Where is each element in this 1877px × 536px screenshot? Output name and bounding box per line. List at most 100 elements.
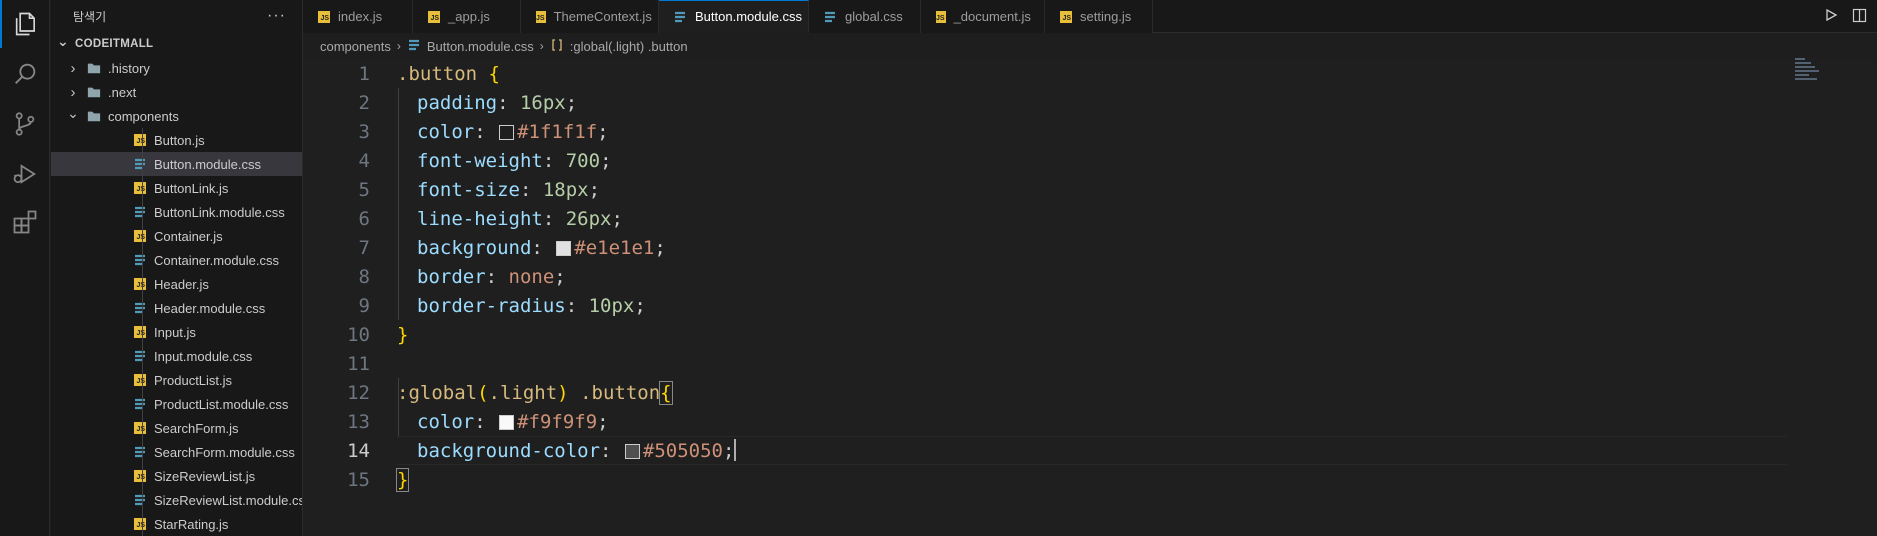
code-line: 8 border: none; (303, 262, 1877, 291)
indent-guide (142, 224, 143, 248)
tree-file[interactable]: JS Container.js (51, 224, 302, 248)
line-number: 9 (358, 294, 370, 317)
tree-file[interactable]: JS SearchForm.js (51, 416, 302, 440)
tree-item-label: SearchForm.js (154, 420, 239, 436)
color-swatch[interactable] (499, 124, 515, 140)
tree-file[interactable]: JS StarRating.js (51, 512, 302, 536)
line-content: } (395, 467, 410, 492)
line-content: font-weight: 700; (417, 149, 612, 172)
editor-tab[interactable]: JS ThemeContext.js (521, 0, 659, 33)
line-number: 11 (347, 352, 370, 375)
tree-file[interactable]: ButtonLink.module.css (51, 200, 302, 224)
run-debug-icon[interactable] (0, 150, 50, 198)
source-control-icon[interactable] (0, 100, 50, 148)
split-editor-icon[interactable] (1852, 8, 1867, 26)
explorer-icon[interactable] (0, 0, 50, 48)
run-icon[interactable] (1824, 8, 1838, 25)
chevron-down-icon: ⌄ (67, 104, 79, 121)
js-file-icon: JS (536, 10, 546, 23)
tree-file[interactable]: JS Header.js (51, 272, 302, 296)
workspace-root[interactable]: ⌄ CODEITMALL (51, 32, 302, 56)
tree-file[interactable]: SizeReviewList.module.css (51, 488, 302, 512)
tree-file[interactable]: Header.module.css (51, 296, 302, 320)
editor-tab[interactable]: JS setting.js (1045, 0, 1153, 33)
css-file-icon (823, 10, 837, 24)
editor-tab[interactable]: JS index.js (303, 0, 413, 33)
extensions-icon[interactable] (0, 198, 50, 246)
file-tree: ⌄ CODEITMALL › .history › .next ⌄ components J… (51, 32, 302, 536)
tab-label: setting.js (1080, 9, 1132, 24)
line-number: 6 (358, 207, 370, 230)
more-actions-icon[interactable]: ··· (267, 7, 286, 25)
tree-file[interactable]: SearchForm.module.css (51, 440, 302, 464)
tree-file[interactable]: JS Input.js (51, 320, 302, 344)
line-content: border: none; (417, 265, 566, 288)
tree-item-label: StarRating.js (154, 516, 229, 532)
code-editor[interactable]: 1 .button { 2 padding: 16px; 3 color: #1… (303, 59, 1877, 536)
breadcrumb-folder[interactable]: components (320, 39, 391, 54)
folder-icon (87, 61, 101, 75)
css-file-icon (407, 38, 421, 55)
indent-guide (142, 272, 143, 296)
tree-file[interactable]: JS SizeReviewList.js (51, 464, 302, 488)
tree-file[interactable]: JS ProductList.js (51, 368, 302, 392)
tree-item-label: Input.js (154, 324, 196, 340)
css-file-icon (133, 493, 147, 507)
code-line: 4 font-weight: 700; (303, 146, 1877, 175)
indent-guide (142, 440, 143, 464)
line-content: color: #f9f9f9; (417, 410, 609, 433)
indent-guide (142, 200, 143, 224)
tree-item-label: Container.js (154, 228, 223, 244)
breadcrumb-symbol[interactable]: :global(.light) .button (570, 39, 688, 54)
js-file-icon: JS (134, 278, 146, 290)
editor-tab[interactable]: global.css (809, 0, 921, 33)
tree-item-label: SizeReviewList.module.css (154, 492, 303, 508)
tree-item-label: Header.module.css (154, 300, 266, 316)
tree-item-label: Container.module.css (154, 252, 280, 268)
css-file-icon (133, 157, 147, 171)
code-line: 3 color: #1f1f1f; (303, 117, 1877, 146)
color-swatch[interactable] (624, 444, 640, 459)
tree-file[interactable]: JS ButtonLink.js (51, 176, 302, 200)
tree-file[interactable]: Input.module.css (51, 344, 302, 368)
breadcrumb-file[interactable]: Button.module.css (427, 39, 534, 54)
line-number: 10 (347, 323, 370, 346)
minimap[interactable] (1795, 58, 1825, 88)
line-number: 1 (358, 62, 370, 85)
indent-guide (142, 152, 143, 176)
text-cursor (734, 439, 737, 461)
tree-folder[interactable]: ⌄ components (51, 104, 302, 128)
tab-label: _app.js (448, 9, 490, 24)
workspace-root-label: CODEITMALL (75, 38, 154, 50)
line-content: :global(.light) .button{ (397, 380, 673, 405)
chevron-right-icon: › (396, 39, 401, 53)
tab-label: _document.js (953, 9, 1031, 24)
search-icon[interactable] (0, 50, 50, 98)
editor-tab[interactable]: Button.module.css✕ (659, 0, 827, 33)
tree-folder[interactable]: › .next (51, 80, 302, 104)
tree-file[interactable]: Container.module.css (51, 248, 302, 272)
css-file-icon (133, 445, 147, 459)
tree-file[interactable]: JS Button.js (51, 128, 302, 152)
editor-tab[interactable]: JS _app.js (413, 0, 521, 33)
tab-label: ThemeContext.js (553, 9, 652, 24)
editor-tab[interactable]: JS _document.js (921, 0, 1045, 33)
tree-item-label: Header.js (154, 276, 209, 292)
tree-folder[interactable]: › .history (51, 56, 302, 80)
line-content: color: #1f1f1f; (417, 120, 609, 143)
line-content: font-size: 18px; (417, 178, 601, 201)
folder-icon (87, 109, 101, 123)
js-file-icon: JS (134, 518, 146, 530)
editor-actions (1824, 0, 1877, 33)
tab-label: index.js (338, 9, 383, 24)
tree-file[interactable]: Button.module.css (51, 152, 302, 176)
js-file-icon: JS (318, 10, 330, 23)
tree-item-label: SizeReviewList.js (154, 468, 256, 484)
line-content: padding: 16px; (417, 91, 578, 114)
color-swatch[interactable] (499, 414, 515, 430)
line-number: 4 (358, 149, 370, 172)
color-swatch[interactable] (556, 240, 572, 256)
js-file-icon: JS (134, 374, 146, 386)
indent-guide (142, 488, 143, 512)
tree-file[interactable]: ProductList.module.css (51, 392, 302, 416)
